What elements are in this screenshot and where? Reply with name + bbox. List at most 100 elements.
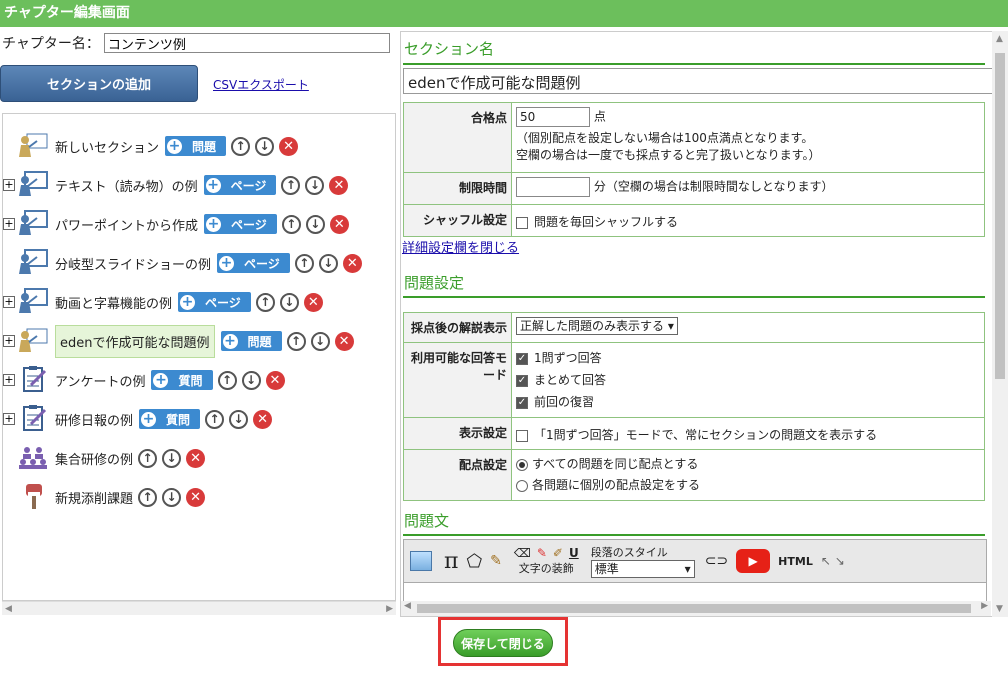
delete-icon[interactable]: ✕ — [186, 487, 206, 507]
expand-icon[interactable]: + — [3, 335, 15, 347]
expand-icon[interactable]: + — [3, 413, 15, 425]
section-name-input[interactable]: edenで作成可能な問題例 — [403, 68, 993, 94]
tree-item-label[interactable]: edenで作成可能な問題例 — [55, 324, 215, 358]
add-child-button[interactable]: + 問題 — [165, 136, 227, 156]
explain-display-select[interactable]: 正解した問題のみ表示する ▾ — [516, 317, 678, 335]
scroll-thumb[interactable] — [995, 53, 1005, 379]
expand-icon[interactable]: + — [3, 296, 15, 308]
time-limit-input[interactable] — [516, 177, 590, 197]
move-down-icon[interactable]: ↓ — [241, 370, 261, 390]
delete-icon[interactable]: ✕ — [303, 292, 323, 312]
tree-item-label[interactable]: テキスト（読み物）の例 — [55, 176, 198, 195]
scroll-up-icon[interactable]: ▲ — [996, 34, 1003, 44]
mode2-checkbox[interactable]: ✓ — [516, 374, 528, 387]
delete-icon[interactable]: ✕ — [329, 175, 349, 195]
youtube-icon[interactable]: ▶ — [736, 549, 771, 573]
highlighter-icon[interactable]: ✐ — [553, 546, 563, 560]
close-detail-link[interactable]: 詳細設定欄を閉じる — [402, 237, 519, 256]
delete-icon[interactable]: ✕ — [329, 214, 349, 234]
tree-item[interactable]: + パワーポイントから作成 + ページ ↑ ↓ ✕ — [3, 208, 349, 240]
paragraph-style-select[interactable]: 標準 ▾ — [590, 560, 695, 578]
move-up-icon[interactable]: ↑ — [217, 370, 237, 390]
move-down-icon[interactable]: ↓ — [305, 214, 325, 234]
tree-item[interactable]: 新規添削課題 ↑ ↓ ✕ — [3, 481, 206, 513]
scroll-thumb[interactable] — [417, 604, 971, 613]
scroll-down-icon[interactable]: ▼ — [996, 604, 1003, 614]
add-section-button[interactable]: セクションの追加 — [0, 65, 198, 102]
clear-format-icon[interactable]: ⌫ — [514, 546, 531, 560]
tree-item-label[interactable]: パワーポイントから作成 — [55, 215, 198, 234]
move-down-icon[interactable]: ↓ — [255, 136, 275, 156]
move-down-icon[interactable]: ↓ — [305, 175, 325, 195]
delete-icon[interactable]: ✕ — [279, 136, 299, 156]
add-child-button[interactable]: + ページ — [204, 214, 277, 234]
move-up-icon[interactable]: ↑ — [281, 214, 301, 234]
tree-item-label[interactable]: 分岐型スライドショーの例 — [55, 254, 211, 273]
move-down-icon[interactable]: ↓ — [279, 292, 299, 312]
scroll-left-icon[interactable]: ◀ — [5, 602, 12, 616]
brush-icon[interactable]: ✎ — [490, 553, 502, 569]
tree-item[interactable]: 分岐型スライドショーの例 + ページ ↑ ↓ ✕ — [3, 247, 362, 279]
move-up-icon[interactable]: ↑ — [205, 409, 225, 429]
move-up-icon[interactable]: ↑ — [255, 292, 275, 312]
left-horizontal-scrollbar[interactable]: ◀ ▶ — [2, 601, 396, 615]
expand-icon[interactable]: + — [3, 218, 15, 230]
add-child-button[interactable]: + 問題 — [220, 331, 282, 351]
add-child-button[interactable]: + 質問 — [151, 370, 213, 390]
move-up-icon[interactable]: ↑ — [286, 331, 306, 351]
score-individual-radio[interactable] — [516, 479, 528, 492]
tree-item-label[interactable]: 新しいセクション — [55, 137, 159, 156]
move-down-icon[interactable]: ↓ — [162, 487, 182, 507]
pass-score-input[interactable]: 50 — [516, 107, 590, 127]
move-up-icon[interactable]: ↑ — [138, 448, 158, 468]
tree-item[interactable]: 新しいセクション + 問題 ↑ ↓ ✕ — [3, 130, 299, 162]
move-up-icon[interactable]: ↑ — [231, 136, 251, 156]
chapter-name-input[interactable] — [103, 33, 390, 53]
link-icon[interactable]: ⊂⊃ — [705, 553, 728, 569]
add-child-button[interactable]: + 質問 — [139, 409, 201, 429]
expand-icon[interactable]: ↖ ↘ — [821, 554, 845, 568]
red-pen-icon[interactable]: ✎ — [537, 546, 547, 560]
tree-item[interactable]: + 動画と字幕機能の例 + ページ ↑ ↓ ✕ — [3, 286, 323, 318]
move-down-icon[interactable]: ↓ — [310, 331, 330, 351]
tree-item-label[interactable]: 研修日報の例 — [55, 410, 133, 429]
tree-item[interactable]: 集合研修の例 ↑ ↓ ✕ — [3, 442, 206, 474]
move-up-icon[interactable]: ↑ — [138, 487, 158, 507]
delete-icon[interactable]: ✕ — [253, 409, 273, 429]
tree-item-label[interactable]: アンケートの例 — [55, 371, 145, 390]
delete-icon[interactable]: ✕ — [334, 331, 354, 351]
right-vertical-scrollbar[interactable]: ▲ ▼ — [992, 31, 1008, 617]
move-down-icon[interactable]: ↓ — [318, 253, 338, 273]
delete-icon[interactable]: ✕ — [265, 370, 285, 390]
tree-item[interactable]: + テキスト（読み物）の例 + ページ ↑ ↓ ✕ — [3, 169, 349, 201]
expand-icon[interactable]: + — [3, 179, 15, 191]
move-up-icon[interactable]: ↑ — [294, 253, 314, 273]
expand-icon[interactable]: + — [3, 374, 15, 386]
delete-icon[interactable]: ✕ — [342, 253, 362, 273]
pi-icon[interactable]: π — [444, 549, 458, 574]
shuffle-checkbox[interactable] — [516, 216, 528, 229]
tree-item-label[interactable]: 動画と字幕機能の例 — [55, 293, 172, 312]
move-down-icon[interactable]: ↓ — [162, 448, 182, 468]
eraser-icon[interactable]: ⬠ — [466, 551, 482, 572]
tree-item-label[interactable]: 新規添削課題 — [55, 488, 133, 507]
add-child-button[interactable]: + ページ — [178, 292, 251, 312]
image-icon[interactable] — [410, 551, 432, 571]
add-child-button[interactable]: + ページ — [217, 253, 290, 273]
scroll-right-icon[interactable]: ▶ — [981, 601, 988, 611]
tree-item[interactable]: + アンケートの例 + 質問 ↑ ↓ ✕ — [3, 364, 285, 396]
tree-item[interactable]: + 研修日報の例 + 質問 ↑ ↓ ✕ — [3, 403, 273, 435]
display-setting-checkbox[interactable] — [516, 429, 528, 442]
scroll-left-icon[interactable]: ◀ — [404, 601, 411, 611]
scroll-right-icon[interactable]: ▶ — [386, 602, 393, 616]
move-down-icon[interactable]: ↓ — [229, 409, 249, 429]
tree-item[interactable]: + edenで作成可能な問題例 + 問題 ↑ ↓ ✕ — [3, 324, 354, 358]
delete-icon[interactable]: ✕ — [186, 448, 206, 468]
csv-export-link[interactable]: CSVエクスポート — [213, 76, 309, 93]
save-and-close-button[interactable]: 保存して閉じる — [453, 629, 553, 657]
mode1-checkbox[interactable]: ✓ — [516, 352, 528, 365]
move-up-icon[interactable]: ↑ — [281, 175, 301, 195]
tree-item-label[interactable]: 集合研修の例 — [55, 449, 133, 468]
underline-icon[interactable]: U — [569, 546, 579, 560]
html-icon[interactable]: HTML — [778, 555, 813, 568]
